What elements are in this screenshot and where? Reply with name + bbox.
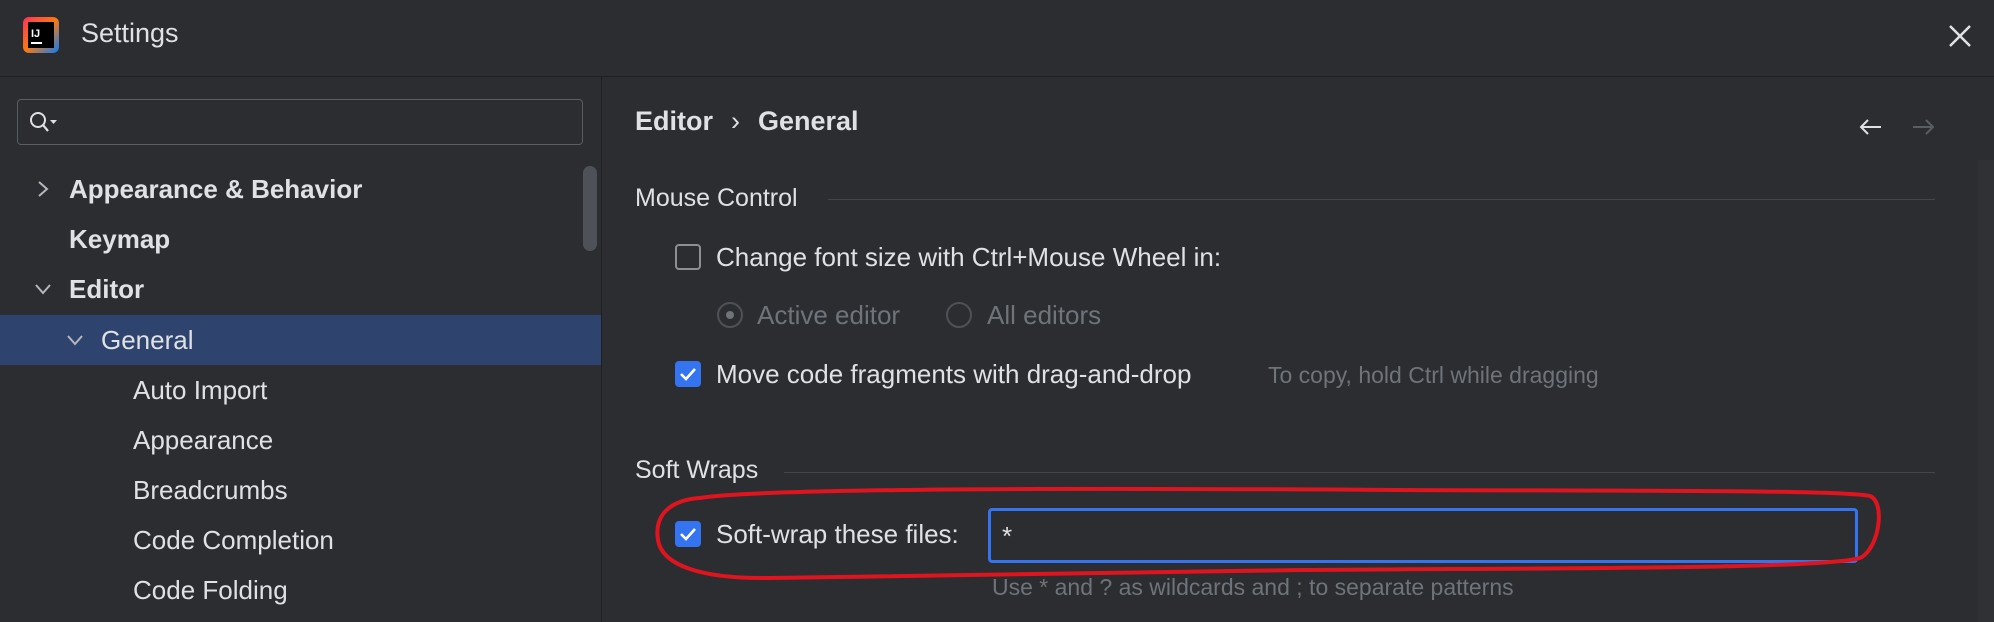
sidebar-item-appearance-behavior[interactable]: Appearance & Behavior <box>0 164 601 214</box>
radio-dot <box>726 311 734 319</box>
close-icon[interactable] <box>1940 16 1980 56</box>
breadcrumb-current: General <box>758 106 859 136</box>
sidebar-item-label: Code Completion <box>133 525 334 555</box>
section-divider <box>784 472 1935 473</box>
sidebar-item-code-completion[interactable]: Code Completion <box>0 515 601 565</box>
radio-all-editors[interactable] <box>946 302 972 328</box>
intellij-logo-icon: IJ <box>23 17 59 53</box>
soft-wrap-checkbox[interactable] <box>675 521 701 547</box>
sidebar-item-code-folding[interactable]: Code Folding <box>0 565 601 615</box>
sidebar-item-label: Editor <box>69 274 145 304</box>
section-divider <box>828 199 1935 200</box>
checkmark-icon <box>680 368 696 381</box>
sidebar-item-label: Code Folding <box>133 575 288 605</box>
soft-wrap-patterns-input[interactable] <box>1000 514 1844 558</box>
arrow-right-icon[interactable] <box>1908 112 1938 142</box>
sidebar-item-auto-import[interactable]: Auto Import <box>0 365 601 415</box>
sidebar-item-breadcrumbs[interactable]: Breadcrumbs <box>0 465 601 515</box>
drag-drop-hint: To copy, hold Ctrl while dragging <box>1268 362 1599 388</box>
drag-drop-checkbox[interactable] <box>675 361 701 387</box>
sidebar-item-label: Auto Import <box>133 375 268 405</box>
search-icon[interactable] <box>28 110 62 134</box>
checkmark-icon <box>680 528 696 541</box>
chevron-right-icon[interactable] <box>32 178 54 200</box>
sidebar-item-label: Appearance <box>133 425 274 455</box>
sidebar-item-editor[interactable]: Editor <box>0 264 601 314</box>
breadcrumb: Editor › General <box>635 106 859 137</box>
sidebar-item-label: Breadcrumbs <box>133 475 288 505</box>
breadcrumb-separator: › <box>731 106 740 136</box>
chevron-down-icon[interactable] <box>32 278 54 300</box>
sidebar-item-label: General <box>101 325 194 355</box>
sidebar-item-label: Keymap <box>69 224 171 254</box>
drag-drop-checkbox-label[interactable]: Move code fragments with drag-and-drop <box>716 359 1191 390</box>
radio-active-editor-label[interactable]: Active editor <box>757 300 900 331</box>
section-title-mouse-control: Mouse Control <box>635 184 798 212</box>
radio-active-editor[interactable] <box>717 302 743 328</box>
sidebar-item-label: Appearance & Behavior <box>69 174 363 204</box>
chevron-down-icon[interactable] <box>64 329 86 351</box>
section-title-soft-wraps: Soft Wraps <box>635 456 759 484</box>
arrow-left-icon[interactable] <box>1856 112 1886 142</box>
window-title: Settings <box>81 18 179 48</box>
breadcrumb-parent[interactable]: Editor <box>635 106 713 137</box>
soft-wrap-checkbox-label[interactable]: Soft-wrap these files: <box>716 519 959 550</box>
title-bar <box>0 0 1994 77</box>
sidebar-item-keymap[interactable]: Keymap <box>0 214 601 264</box>
soft-wrap-hint: Use * and ? as wildcards and ; to separa… <box>992 574 1514 600</box>
font-size-checkbox[interactable] <box>675 244 701 270</box>
sidebar-item-appearance[interactable]: Appearance <box>0 415 601 465</box>
font-size-checkbox-label[interactable]: Change font size with Ctrl+Mouse Wheel i… <box>716 242 1221 273</box>
search-input[interactable] <box>70 101 579 143</box>
sidebar-item-general[interactable]: General <box>0 315 601 365</box>
radio-all-editors-label[interactable]: All editors <box>987 300 1101 331</box>
svg-text:IJ: IJ <box>31 28 40 40</box>
content-scrollbar[interactable] <box>1978 160 1994 622</box>
